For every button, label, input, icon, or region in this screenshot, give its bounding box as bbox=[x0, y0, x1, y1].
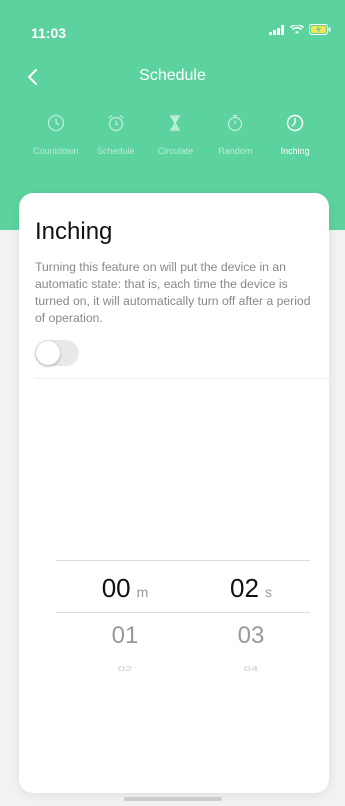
battery-charging-icon bbox=[309, 24, 331, 35]
tab-random[interactable]: Random bbox=[205, 112, 265, 167]
navigation-bar: Schedule bbox=[0, 62, 345, 92]
page-title: Schedule bbox=[139, 67, 206, 84]
card-description: Turning this feature on will put the dev… bbox=[35, 260, 311, 325]
seconds-value: 02 bbox=[230, 573, 259, 603]
hourglass-icon bbox=[164, 112, 186, 134]
status-icons bbox=[269, 24, 331, 35]
toggle-knob bbox=[36, 341, 60, 365]
seconds-selected: 02 s bbox=[196, 573, 306, 603]
status-time: 11:03 bbox=[31, 25, 67, 41]
tab-label: Random bbox=[218, 146, 253, 156]
tab-circulate[interactable]: Circulate bbox=[146, 112, 206, 167]
stopwatch-icon bbox=[224, 112, 246, 134]
status-bar: 11:03 bbox=[0, 0, 345, 50]
home-indicator bbox=[124, 797, 222, 801]
seconds-unit: s bbox=[264, 584, 272, 600]
picker-bottom-line bbox=[56, 612, 310, 613]
clock-icon bbox=[45, 112, 67, 134]
alarm-clock-icon bbox=[105, 112, 127, 134]
minutes-value: 00 bbox=[101, 573, 131, 603]
tab-label: Countdown bbox=[33, 146, 79, 156]
signal-icon bbox=[269, 24, 284, 35]
picker-top-line bbox=[56, 560, 310, 561]
seconds-next2: 04 bbox=[243, 664, 259, 673]
inching-toggle[interactable] bbox=[35, 340, 79, 366]
clock-hand-icon bbox=[284, 112, 306, 134]
minutes-next: 01 bbox=[111, 622, 139, 649]
card-title: Inching bbox=[35, 218, 113, 245]
minutes-next2: 02 bbox=[117, 664, 133, 673]
tab-countdown[interactable]: Countdown bbox=[26, 112, 86, 167]
tab-schedule[interactable]: Schedule bbox=[86, 112, 146, 167]
inching-card: Inching Turning this feature on will put… bbox=[19, 193, 331, 793]
tab-label: Inching bbox=[280, 146, 310, 156]
tab-label: Schedule bbox=[96, 146, 135, 156]
minutes-selected: 00 m bbox=[70, 573, 180, 603]
divider bbox=[35, 378, 331, 379]
minutes-unit: m bbox=[136, 584, 149, 600]
tab-label: Circulate bbox=[157, 146, 194, 156]
tab-inching[interactable]: Inching bbox=[265, 112, 325, 167]
tab-bar: Countdown Schedule Circulate Random Inch… bbox=[0, 112, 345, 167]
wifi-icon bbox=[290, 24, 304, 34]
time-picker[interactable]: 00 m 01 02 02 s 03 04 bbox=[56, 560, 310, 680]
seconds-next: 03 bbox=[237, 622, 265, 649]
